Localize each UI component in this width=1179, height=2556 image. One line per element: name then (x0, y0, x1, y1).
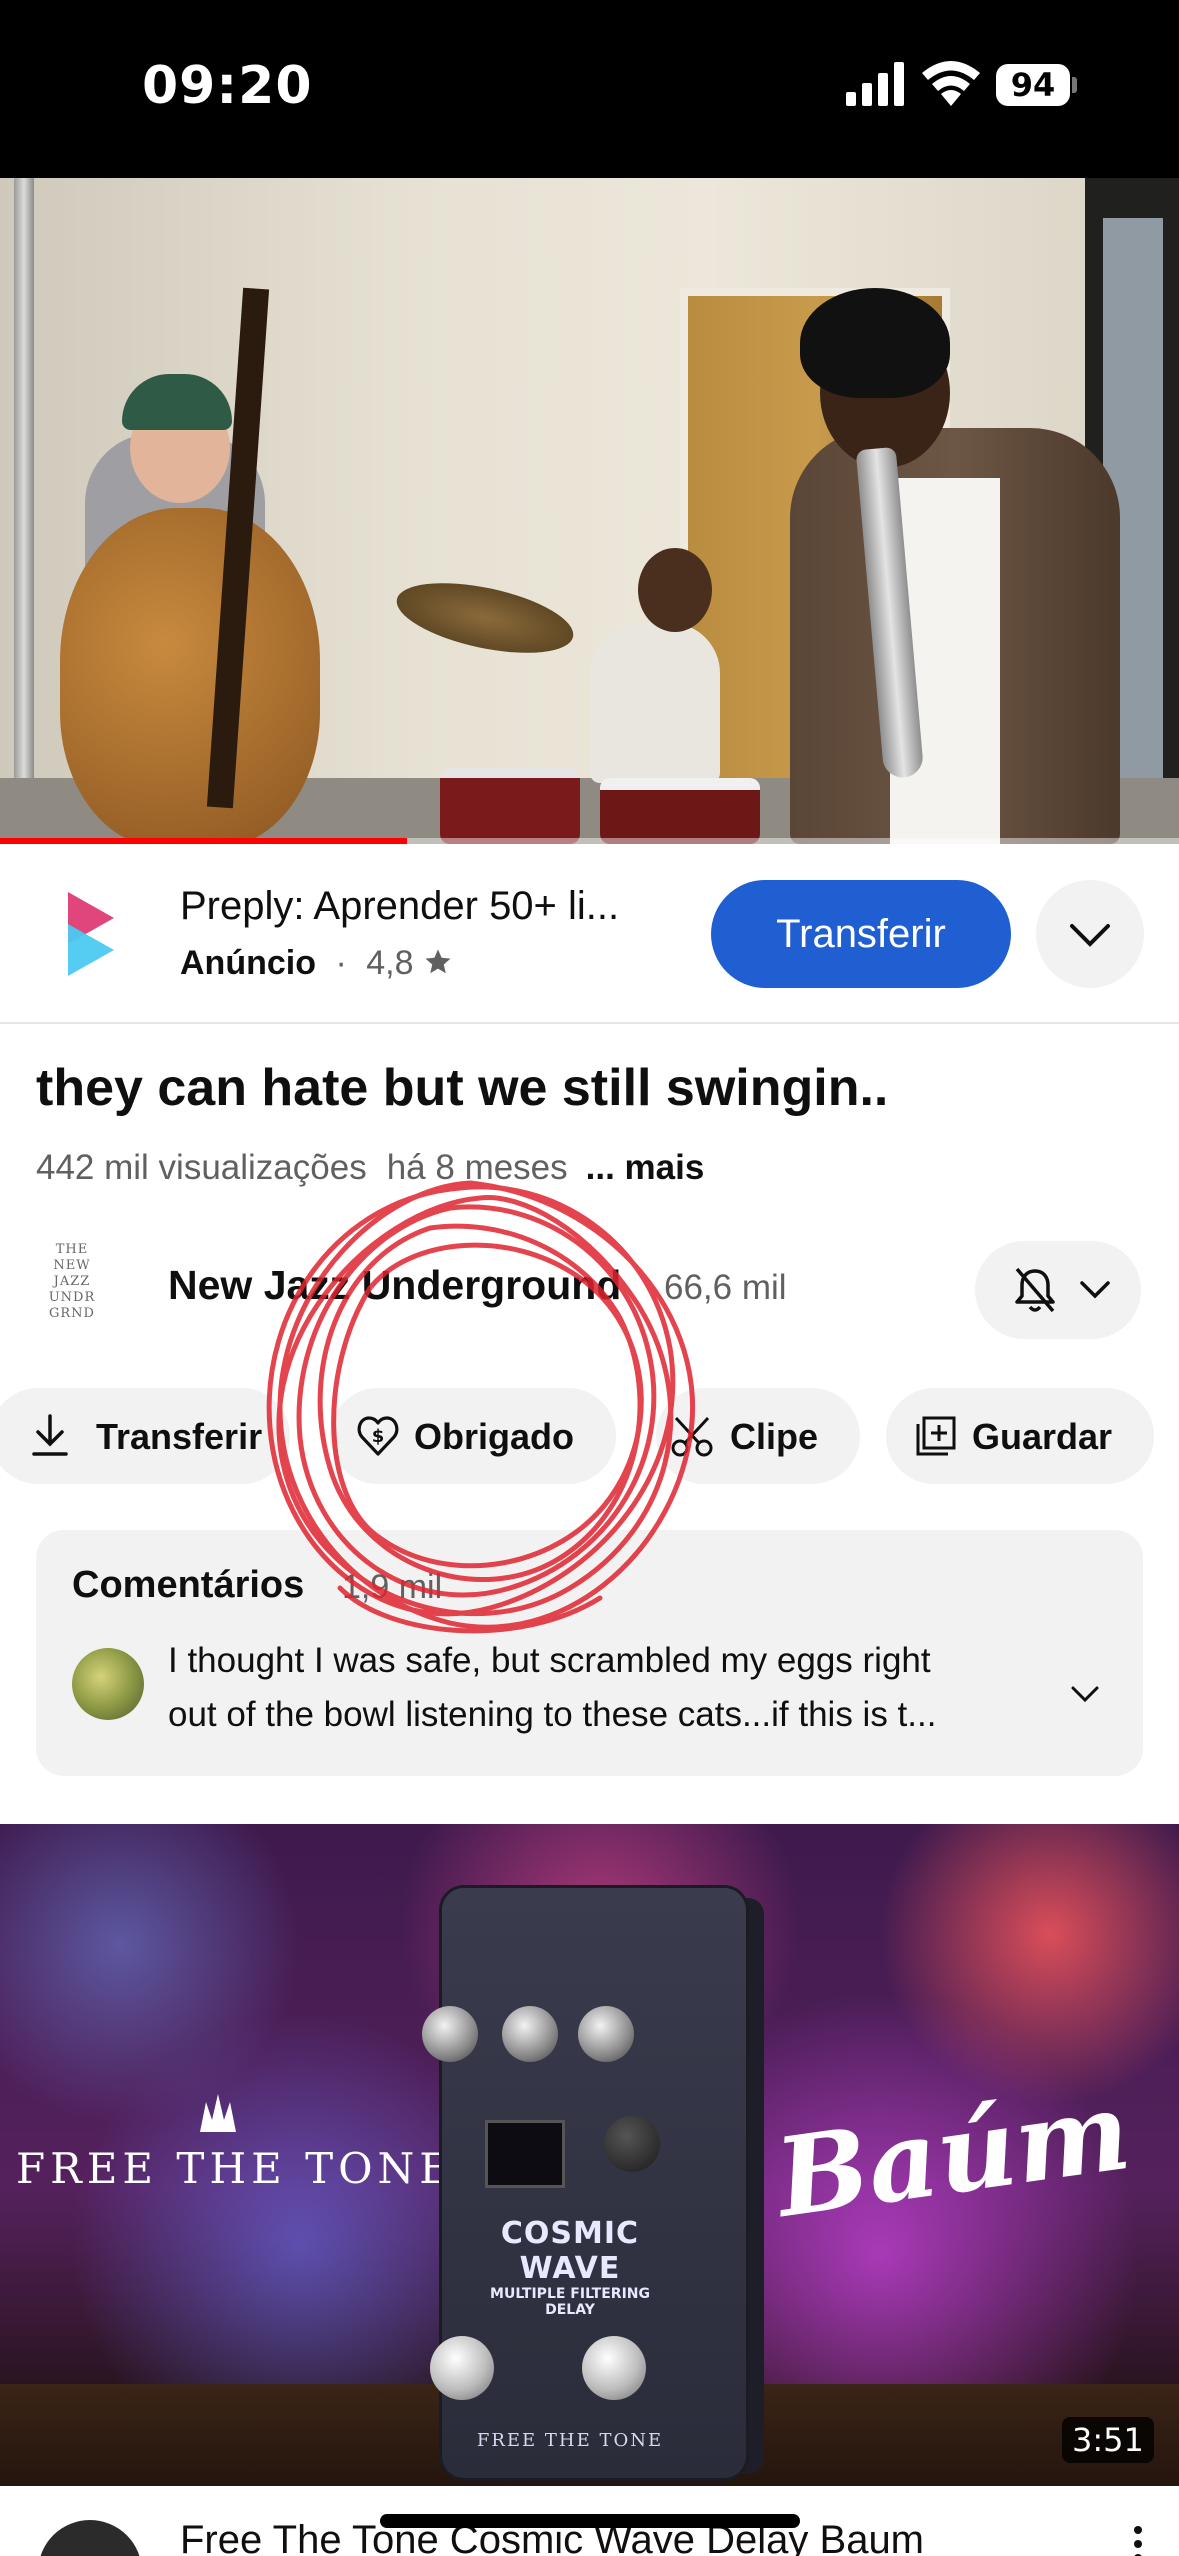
brand-left-text: FREE THE TONE. (16, 2144, 474, 2193)
ad-title[interactable]: Preply: Aprender 50+ li... (180, 884, 619, 929)
channel-avatar[interactable]: THE NEW JAZZ UNDR GRND (36, 1242, 108, 1342)
save-button[interactable]: Guardar (886, 1388, 1154, 1484)
bell-off-icon (1015, 1267, 1055, 1313)
more-vertical-icon[interactable] (1132, 2524, 1144, 2556)
free-the-tone-logo-icon (200, 2094, 236, 2132)
preply-logo-icon (68, 892, 114, 976)
status-time: 09:20 (142, 56, 313, 116)
upload-age: há 8 meses (386, 1148, 568, 1187)
clip-button[interactable]: Clipe (656, 1388, 860, 1484)
ad-banner[interactable]: Preply: Aprender 50+ li... Anúncio · 4,8… (0, 844, 1179, 1024)
comments-count: 1,9 mil (342, 1568, 443, 1606)
comments-title: Comentários (72, 1564, 305, 1606)
video-player[interactable] (0, 178, 1179, 844)
video-title[interactable]: they can hate but we still swingin.. (36, 1058, 888, 1118)
view-count: 442 mil visualizações (36, 1148, 367, 1187)
svg-text:$: $ (372, 1426, 385, 1447)
pedal-maker: FREE THE TONE (476, 2430, 664, 2451)
battery-level: 94 (996, 64, 1070, 106)
add-to-playlist-icon (916, 1416, 956, 1456)
ad-rating: 4,8 (366, 944, 414, 982)
chevron-down-icon (1070, 924, 1110, 947)
ad-expand-button[interactable] (1036, 880, 1144, 988)
scissors-icon (671, 1416, 713, 1457)
signal-icon (846, 62, 904, 106)
chevron-down-icon (1080, 1281, 1110, 1299)
heart-dollar-icon: $ (357, 1416, 399, 1456)
chevron-down-icon (1071, 1686, 1099, 1703)
top-comment-text: I thought I was safe, but scrambled my e… (168, 1641, 937, 1734)
home-indicator[interactable] (380, 2514, 800, 2528)
thanks-label: Obrigado (414, 1416, 574, 1457)
more-button[interactable]: ... mais (586, 1148, 705, 1187)
ad-separator: · (335, 944, 347, 982)
video-stats[interactable]: 442 mil visualizações há 8 meses ... mais (36, 1148, 704, 1188)
next-video-thumbnail[interactable]: FREE THE TONE. Baúm COSMIC WAVE MULTIPLE… (0, 1824, 1179, 2486)
commenter-avatar (72, 1648, 144, 1720)
subscriber-count: 66,6 mil (664, 1268, 787, 1307)
save-label: Guardar (972, 1416, 1113, 1457)
next-channel-avatar[interactable] (38, 2520, 142, 2556)
star-icon (425, 949, 451, 974)
video-duration: 3:51 (1062, 2417, 1154, 2463)
channel-name[interactable]: New Jazz Underground (168, 1262, 621, 1309)
notification-settings-button[interactable] (975, 1241, 1141, 1339)
download-button[interactable]: Transferir (0, 1388, 290, 1484)
ad-install-button[interactable]: Transferir (711, 880, 1011, 988)
pedal-brand: COSMIC WAVE MULTIPLE FILTERING DELAY (490, 2216, 650, 2318)
clip-label: Clipe (730, 1416, 819, 1457)
thanks-button[interactable]: $ Obrigado (330, 1388, 616, 1484)
status-bar: 09:20 94 (0, 0, 1179, 178)
download-label: Transferir (96, 1416, 263, 1457)
ad-meta: Anúncio · 4,8 (180, 944, 453, 983)
comments-panel[interactable]: Comentários 1,9 mil I thought I was safe… (36, 1530, 1143, 1776)
battery-icon: 94 (996, 64, 1077, 106)
ad-sponsor-label: Anúncio (180, 944, 316, 982)
download-icon (32, 1414, 68, 1456)
wifi-icon (922, 61, 980, 106)
